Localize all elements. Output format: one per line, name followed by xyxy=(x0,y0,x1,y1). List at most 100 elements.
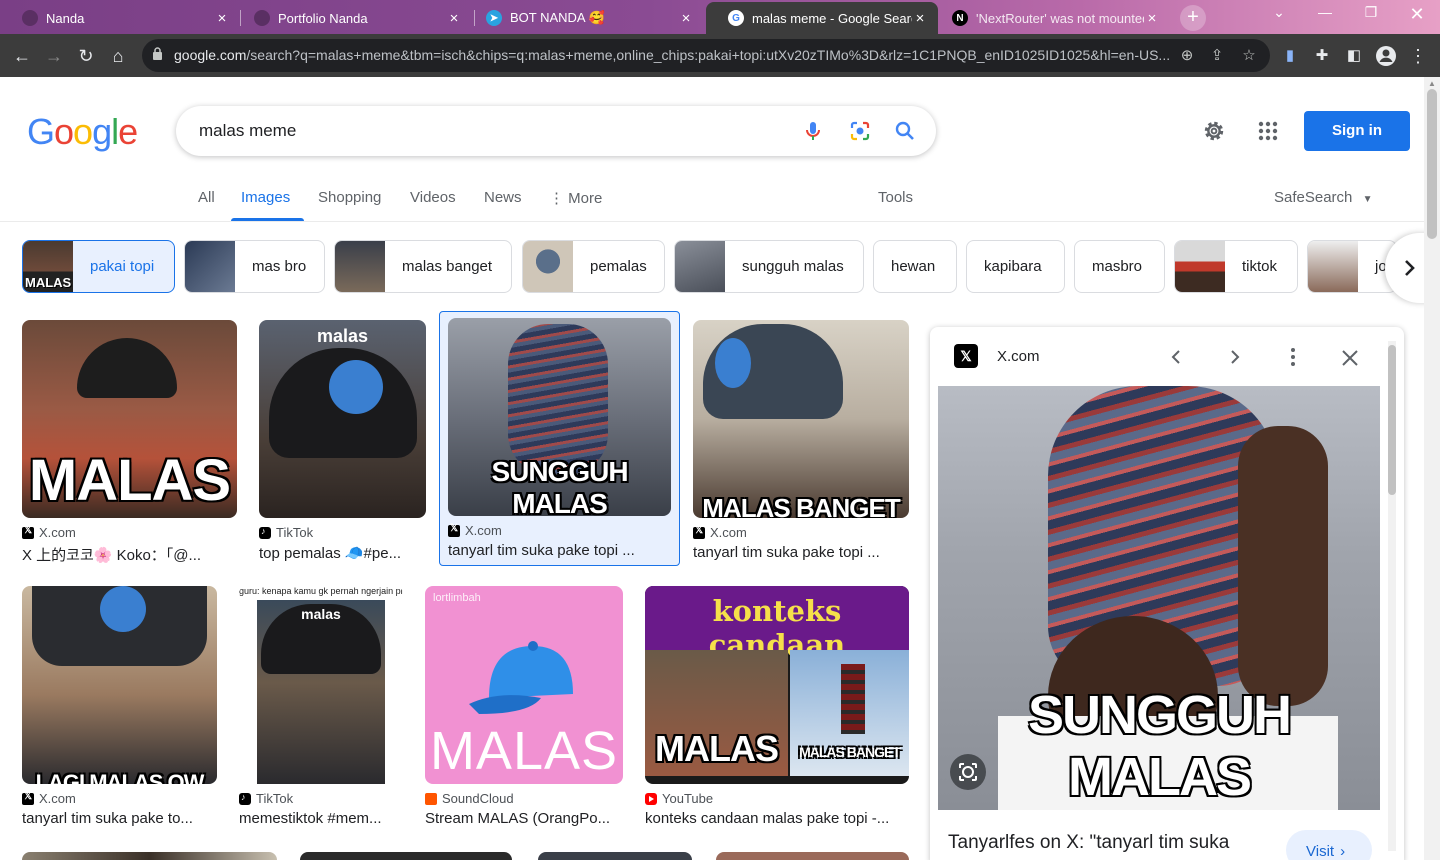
next-icon[interactable] xyxy=(1227,349,1243,365)
result-source[interactable]: 𝕏 X.com xyxy=(22,791,217,806)
zoom-icon[interactable]: ⊕ xyxy=(1176,45,1198,67)
google-logo[interactable]: Google xyxy=(27,111,138,153)
preview-scrollbar[interactable] xyxy=(1388,341,1396,851)
close-icon[interactable] xyxy=(1341,349,1359,367)
result-caption[interactable]: tanyarl tim suka pake topi ... xyxy=(693,544,909,561)
image-result[interactable]: lortlimbah MALAS SoundCloud Stream MALAS… xyxy=(425,586,623,827)
image-result[interactable]: malas ♪ TikTok top pemalas 🧢#pe... xyxy=(259,320,426,562)
result-thumbnail[interactable]: MALAS xyxy=(22,320,237,518)
result-thumbnail[interactable]: guru: kenapa kamu gk pernah ngerjain pr?… xyxy=(239,586,403,784)
result-source[interactable]: ♪ TikTok xyxy=(239,791,403,806)
close-tab-icon[interactable]: × xyxy=(446,10,462,27)
more-options-icon[interactable] xyxy=(1285,347,1301,367)
image-result[interactable]: MALAS 𝕏 X.com X 上的코코🌸 Koko：「@... xyxy=(22,320,237,565)
image-result[interactable]: guru: kenapa kamu gk pernah ngerjain pr?… xyxy=(239,586,403,827)
result-caption[interactable]: tanyarl tim suka pake topi ... xyxy=(448,542,671,559)
chip-kapibara[interactable]: kapibara xyxy=(966,240,1065,293)
new-tab-button[interactable]: + xyxy=(1180,5,1206,31)
back-icon[interactable]: ← xyxy=(8,42,36,70)
search-icon[interactable] xyxy=(893,119,917,143)
scroll-thumb[interactable] xyxy=(1427,89,1437,239)
share-icon[interactable]: ⇪ xyxy=(1206,45,1228,67)
result-thumbnail[interactable]: LAGI MALAS OW xyxy=(22,586,217,784)
microphone-icon[interactable] xyxy=(801,119,825,143)
safesearch-button[interactable]: SafeSearch ▼ xyxy=(1274,189,1372,206)
tab-more[interactable]: ⋮ More xyxy=(549,189,602,207)
puzzle-icon[interactable]: ✚ xyxy=(1308,42,1336,70)
tab-all[interactable]: All xyxy=(198,189,215,206)
chrome-menu-icon[interactable]: ⋮ xyxy=(1404,42,1432,70)
forward-icon[interactable]: → xyxy=(40,42,68,70)
tools-button[interactable]: Tools xyxy=(878,189,913,206)
visit-button[interactable]: Visit › xyxy=(1286,830,1372,860)
result-caption[interactable]: konteks candaan malas pake topi -... xyxy=(645,810,909,827)
chip-sungguh-malas[interactable]: sungguh malas xyxy=(674,240,864,293)
result-source[interactable]: 𝕏 X.com xyxy=(448,523,671,538)
image-result[interactable]: konteks candaan MALAS MALAS BANGET YouTu… xyxy=(645,586,909,827)
image-result[interactable]: LAGI MALAS OW 𝕏 X.com tanyarl tim suka p… xyxy=(22,586,217,827)
chip-jo[interactable]: jo xyxy=(1307,240,1397,293)
chip-hewan[interactable]: hewan xyxy=(873,240,957,293)
close-window-icon[interactable]: ✕ xyxy=(1402,4,1432,25)
side-panel-icon[interactable]: ◧ xyxy=(1340,42,1368,70)
sign-in-button[interactable]: Sign in xyxy=(1304,111,1410,151)
result-source[interactable]: ♪ TikTok xyxy=(259,525,426,540)
result-source[interactable]: SoundCloud xyxy=(425,791,623,806)
chip-pemalas[interactable]: pemalas xyxy=(522,240,665,293)
result-caption[interactable]: tanyarl tim suka pake to... xyxy=(22,810,217,827)
lens-search-icon[interactable] xyxy=(950,754,986,790)
preview-title[interactable]: Tanyarlfes on X: "tanyarl tim suka xyxy=(948,832,1229,854)
close-tab-icon[interactable]: × xyxy=(912,10,928,27)
result-thumbnail[interactable]: MALAS BANGET xyxy=(693,320,909,518)
chip-masbro[interactable]: masbro xyxy=(1074,240,1165,293)
result-thumbnail[interactable]: SUNGGUH MALAS xyxy=(448,318,671,516)
chip-malas-banget[interactable]: malas banget xyxy=(334,240,512,293)
image-result-partial[interactable] xyxy=(300,852,512,860)
search-input[interactable]: malas meme xyxy=(199,121,296,141)
restore-icon[interactable]: ❐ xyxy=(1356,4,1386,21)
result-thumbnail[interactable]: konteks candaan MALAS MALAS BANGET xyxy=(645,586,909,784)
result-source[interactable]: 𝕏 X.com xyxy=(693,525,909,540)
browser-tab[interactable]: Nanda × xyxy=(0,2,240,34)
browser-tab[interactable]: N 'NextRouter' was not mounted × xyxy=(930,2,1170,34)
google-lens-icon[interactable] xyxy=(848,119,872,143)
extension-icon[interactable]: ▮ xyxy=(1276,42,1304,70)
preview-image[interactable]: SUNGGUH MALAS xyxy=(938,386,1380,810)
image-result[interactable]: MALAS BANGET 𝕏 X.com tanyarl tim suka pa… xyxy=(693,320,909,561)
close-tab-icon[interactable]: × xyxy=(678,10,694,27)
result-caption[interactable]: top pemalas 🧢#pe... xyxy=(259,544,426,562)
address-bar[interactable]: google.com/search?q=malas+meme&tbm=isch&… xyxy=(142,39,1270,72)
tab-images[interactable]: Images xyxy=(241,189,290,206)
result-thumbnail[interactable]: malas xyxy=(259,320,426,518)
tab-news[interactable]: News xyxy=(484,189,522,206)
page-scrollbar[interactable]: ▲ xyxy=(1424,77,1440,860)
image-result-selected[interactable]: SUNGGUH MALAS 𝕏 X.com tanyarl tim suka p… xyxy=(439,311,680,566)
result-caption[interactable]: Stream MALAS (OrangPo... xyxy=(425,810,623,827)
browser-tab[interactable]: Portfolio Nanda × xyxy=(232,2,472,34)
search-box[interactable]: malas meme xyxy=(176,106,936,156)
image-result-partial[interactable] xyxy=(22,852,277,860)
image-result-partial[interactable] xyxy=(538,852,692,860)
tab-shopping[interactable]: Shopping xyxy=(318,189,381,206)
apps-grid-icon[interactable] xyxy=(1257,120,1279,142)
home-icon[interactable]: ⌂ xyxy=(104,42,132,70)
chip-tiktok[interactable]: tiktok xyxy=(1174,240,1298,293)
close-tab-icon[interactable]: × xyxy=(1144,10,1160,27)
browser-tab[interactable]: ➤ BOT NANDA 🥰 × xyxy=(464,2,704,34)
preview-source[interactable]: X.com xyxy=(997,348,1040,365)
previous-icon[interactable] xyxy=(1168,349,1184,365)
scroll-up-arrow-icon[interactable]: ▲ xyxy=(1428,79,1436,88)
settings-gear-icon[interactable] xyxy=(1201,118,1227,144)
close-tab-icon[interactable]: × xyxy=(214,10,230,27)
chip-pakai-topi[interactable]: MALAS pakai topi xyxy=(22,240,175,293)
minimize-icon[interactable]: — xyxy=(1310,4,1340,20)
result-source[interactable]: YouTube xyxy=(645,791,909,806)
image-result-partial[interactable] xyxy=(716,852,909,860)
reload-icon[interactable]: ↻ xyxy=(72,42,100,70)
tab-videos[interactable]: Videos xyxy=(410,189,456,206)
bookmark-star-icon[interactable]: ☆ xyxy=(1238,45,1260,67)
scroll-thumb[interactable] xyxy=(1388,345,1396,495)
result-caption[interactable]: memestiktok #mem... xyxy=(239,810,403,827)
chip-mas-bro[interactable]: mas bro xyxy=(184,240,325,293)
result-source[interactable]: 𝕏 X.com xyxy=(22,525,237,540)
